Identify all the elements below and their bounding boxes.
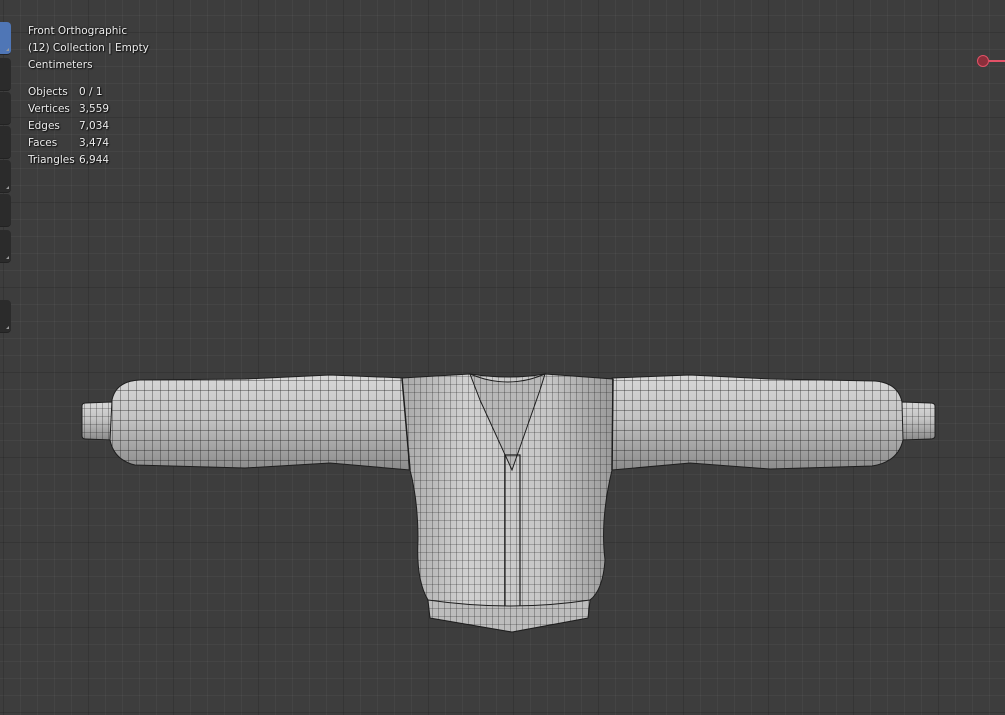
stat-label: Objects xyxy=(28,86,68,98)
tool-shelf xyxy=(0,22,11,334)
stat-row-triangles: Triangles 6,944 xyxy=(28,152,149,169)
move-tool-button[interactable] xyxy=(0,92,11,125)
shirt-mesh[interactable] xyxy=(0,0,1005,715)
annotate-tool-button[interactable] xyxy=(0,230,11,263)
view-name: Front Orthographic xyxy=(28,25,128,37)
stat-row-objects: Objects 0 / 1 xyxy=(28,84,149,101)
stat-label: Faces xyxy=(28,137,58,149)
stat-value: 7,034 xyxy=(79,120,110,132)
scale-tool-button[interactable] xyxy=(0,160,11,193)
cursor-tool-button[interactable] xyxy=(0,58,11,91)
stat-value: 0 / 1 xyxy=(79,86,103,98)
expand-icon xyxy=(6,48,9,51)
viewport-text-overlay: Front Orthographic (12) Collection | Emp… xyxy=(28,23,149,169)
stat-row-faces: Faces 3,474 xyxy=(28,135,149,152)
collection-info: (12) Collection | Empty xyxy=(28,42,149,54)
measure-tool-button[interactable] xyxy=(0,300,11,333)
right-sleeve xyxy=(611,374,904,471)
gizmo-axis-line xyxy=(989,60,1005,62)
stat-label: Triangles xyxy=(28,154,75,166)
stat-value: 3,559 xyxy=(79,103,110,115)
torso xyxy=(401,373,614,633)
stat-value: 3,474 xyxy=(79,137,110,149)
stat-row-vertices: Vertices 3,559 xyxy=(28,101,149,118)
navigation-gizmo-x-axis-icon[interactable] xyxy=(977,55,989,67)
expand-icon xyxy=(6,326,9,329)
scene-statistics: Objects 0 / 1 Vertices 3,559 Edges 7,034… xyxy=(28,84,149,169)
stat-row-edges: Edges 7,034 xyxy=(28,118,149,135)
expand-icon xyxy=(6,186,9,189)
transform-tool-button[interactable] xyxy=(0,194,11,227)
stat-label: Vertices xyxy=(28,103,70,115)
unit-system: Centimeters xyxy=(28,59,93,71)
stat-value: 6,944 xyxy=(79,154,110,166)
rotate-tool-button[interactable] xyxy=(0,126,11,159)
expand-icon xyxy=(6,256,9,259)
right-cuff xyxy=(897,401,936,441)
stat-label: Edges xyxy=(28,120,60,132)
left-sleeve xyxy=(109,374,411,471)
select-tool-button[interactable] xyxy=(0,22,11,55)
